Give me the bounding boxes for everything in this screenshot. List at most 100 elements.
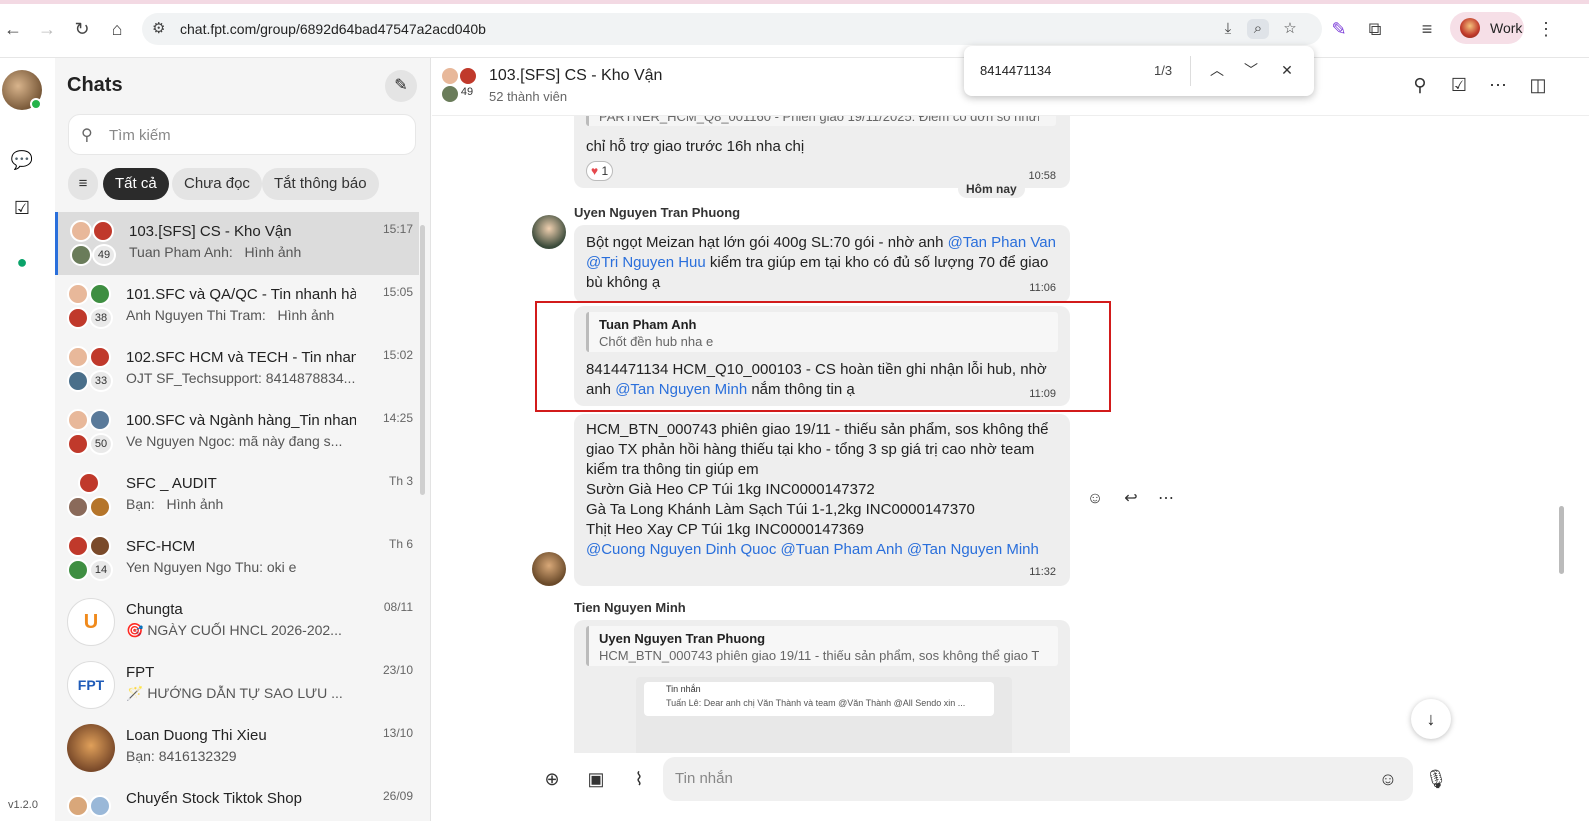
reload-icon[interactable]: ↻ [71, 18, 93, 40]
home-icon[interactable]: ⌂ [106, 18, 128, 40]
app-rail: 💬 ☑ ● v1.2.0 [0, 58, 55, 821]
more-options-icon[interactable]: ⋯ [1485, 72, 1511, 98]
message-image[interactable]: Tin nhắn Tuấn Lê: Dear anh chị Văn Thành… [636, 677, 1012, 753]
message-bubble[interactable]: Bột ngọt Meizan hạt lớn gói 400g SL:70 g… [574, 225, 1070, 303]
add-icon[interactable]: ⊕ [539, 766, 565, 792]
message-placeholder: Tin nhắn [675, 770, 733, 787]
find-bar: 8414471134 1/3 ︿ ﹀ ✕ [964, 46, 1314, 96]
pen-extension-icon[interactable]: ✎ [1328, 18, 1350, 40]
toggle-info-panel-icon[interactable]: ◫ [1525, 72, 1551, 98]
chat-name: Loan Duong Thi Xieu [126, 727, 267, 744]
sort-icon: ≡ [78, 175, 88, 192]
chats-nav-icon[interactable]: 💬 [10, 148, 34, 172]
group-members[interactable]: 52 thành viên [489, 89, 567, 104]
compose-icon: ✎ [394, 77, 408, 94]
chat-panel: 49 103.[SFS] CS - Kho Vận 52 thành viên … [432, 46, 1589, 821]
emoji-icon[interactable]: ☺ [1375, 766, 1401, 792]
cat-avatar [67, 724, 115, 772]
scroll-to-bottom-button[interactable]: ↓ [1411, 699, 1451, 739]
chat-item[interactable]: Loan Duong Thi Xieu Bạn: 8416132329 13/1… [55, 716, 419, 779]
find-count: 1/3 [1154, 63, 1173, 78]
heart-reaction[interactable]: ♥ 1 [586, 161, 614, 181]
chat-name: Chuyển Stock Tiktok Shop [126, 790, 302, 807]
chat-name: 101.SFC và QA/QC - Tin nhanh hà... [126, 286, 356, 303]
filter-muted[interactable]: Tắt thông báo [262, 168, 379, 200]
group-avatar: 50 [67, 409, 113, 455]
message-more-icon[interactable]: ⋯ [1153, 486, 1179, 512]
tasks-nav-icon[interactable]: ☑ [10, 196, 34, 220]
browser-toolbar: ← → ↻ ⌂ ⚙ chat.fpt.com/group/6892d64bad4… [0, 0, 1589, 58]
mention-link[interactable]: @Tan Phan Van [948, 234, 1056, 251]
attach-icon[interactable]: ⌇ [626, 766, 652, 792]
new-chat-button[interactable]: ✎ [385, 70, 417, 102]
mention-link[interactable]: @Cuong Nguyen Dinh Quoc @Tuan Pham Anh @… [586, 540, 1039, 560]
sidebar-scrollbar[interactable] [420, 225, 425, 495]
chat-item[interactable]: 14 SFC-HCM Yen Nguyen Ngo Thu: oki e Th … [55, 527, 419, 590]
bookmark-star-icon[interactable]: ☆ [1279, 19, 1301, 39]
chat-preview: Anh Nguyen Thi Tram: Hình ảnh [126, 307, 335, 323]
filter-unread[interactable]: Chưa đọc [172, 168, 262, 200]
filter-all[interactable]: Tất cả [103, 168, 169, 200]
reply-quote[interactable]: Uyen Nguyen Tran Phuong HCM_BTN_000743 p… [586, 626, 1058, 666]
online-status-dot [30, 98, 42, 110]
chat-time: Th 6 [388, 537, 413, 551]
chat-time: Th 3 [388, 474, 413, 488]
media-queue-icon[interactable]: ≡ [1416, 18, 1438, 40]
chat-item[interactable]: 38 101.SFC và QA/QC - Tin nhanh hà... An… [55, 275, 419, 338]
site-info-icon[interactable]: ⚙ [152, 19, 165, 37]
browser-menu-icon[interactable]: ⋮ [1535, 18, 1557, 40]
find-query[interactable]: 8414471134 [980, 63, 1051, 78]
react-emoji-icon[interactable]: ☺ [1082, 486, 1108, 512]
chat-item[interactable]: Chuyển Stock Tiktok Shop 26/09 [55, 779, 419, 821]
chat-search-icon[interactable]: ⚲ [1407, 72, 1433, 98]
image-upload-icon[interactable]: ▣ [583, 766, 609, 792]
find-previous-icon[interactable]: ︿ [1206, 59, 1228, 81]
sender-name[interactable]: Uyen Nguyen Tran Phuong [574, 205, 740, 220]
chat-name: 102.SFC HCM và TECH - Tin nhan... [126, 349, 356, 366]
chat-name: 100.SFC và Ngành hàng_Tin nhanh [126, 412, 356, 429]
chat-preview: 🪄 HƯỚNG DẪN TỰ SAO LƯU ... [126, 685, 343, 701]
group-title[interactable]: 103.[SFS] CS - Kho Vận [489, 67, 662, 85]
sender-name[interactable]: Tien Nguyen Minh [574, 600, 686, 615]
app-logo-icon[interactable]: ● [10, 250, 34, 274]
reply-icon[interactable]: ↩ [1118, 486, 1144, 512]
forward-icon[interactable]: → [36, 18, 58, 40]
chat-item[interactable]: U Chungta 🎯 NGÀY CUỐI HNCL 2026-202... 0… [55, 590, 419, 653]
chat-item[interactable]: 33 102.SFC HCM và TECH - Tin nhan... OJT… [55, 338, 419, 401]
group-avatar [67, 787, 113, 821]
chat-name: FPT [126, 664, 155, 681]
tasks-icon[interactable]: ☑ [1446, 72, 1472, 98]
sender-avatar[interactable] [532, 215, 566, 249]
find-close-icon[interactable]: ✕ [1276, 59, 1298, 81]
messages-scrollbar[interactable] [1559, 506, 1564, 574]
find-in-page-icon[interactable]: ⌕ [1247, 19, 1269, 39]
composer: ⊕ ▣ ⌇ Tin nhắn ☺ 🎙 [432, 753, 1589, 821]
message-bubble[interactable]: HCM_BTN_000743 phiên giao 19/11 - thiếu … [574, 414, 1070, 586]
extensions-icon[interactable]: ⧉ [1364, 18, 1386, 40]
chat-item[interactable]: SFC _ AUDIT Bạn: Hình ảnh Th 3 [55, 464, 419, 527]
back-icon[interactable]: ← [2, 18, 24, 40]
group-avatar: 38 [67, 283, 113, 329]
heart-icon: ♥ [591, 164, 599, 178]
reply-quote[interactable]: PARTNER_HCM_Q8_001160 - Phiên giao 19/11… [586, 116, 1056, 126]
message-bubble[interactable]: PARTNER_HCM_Q8_001160 - Phiên giao 19/11… [574, 116, 1070, 188]
group-header-avatar[interactable]: 49 [440, 66, 478, 104]
mention-link[interactable]: @Tri Nguyen Huu [586, 254, 706, 271]
microphone-icon[interactable]: 🎙 [1423, 766, 1449, 792]
chungta-logo: U [67, 598, 115, 646]
profile-button[interactable]: Work [1450, 12, 1524, 44]
search-input[interactable]: ⚲ Tìm kiếm [68, 114, 416, 155]
chat-item[interactable]: 50 100.SFC và Ngành hàng_Tin nhanh Ve Ng… [55, 401, 419, 464]
message-input[interactable]: Tin nhắn ☺ [663, 757, 1413, 801]
fpt-logo: FPT [67, 661, 115, 709]
chat-item[interactable]: 49 103.[SFS] CS - Kho Vận Tuan Pham Anh:… [55, 212, 419, 275]
chat-name: SFC _ AUDIT [126, 475, 217, 492]
address-bar[interactable]: ⚙ chat.fpt.com/group/6892d64bad47547a2ac… [142, 13, 1322, 45]
sender-avatar[interactable] [532, 552, 566, 586]
find-next-icon[interactable]: ﹀ [1240, 59, 1262, 81]
chat-name: 103.[SFS] CS - Kho Vận [129, 223, 292, 240]
install-app-icon[interactable]: ⤓ [1217, 19, 1239, 39]
sidebar-title: Chats [67, 74, 123, 96]
chat-item[interactable]: FPT FPT 🪄 HƯỚNG DẪN TỰ SAO LƯU ... 23/10 [55, 653, 419, 716]
sort-button[interactable]: ≡ [68, 168, 98, 200]
